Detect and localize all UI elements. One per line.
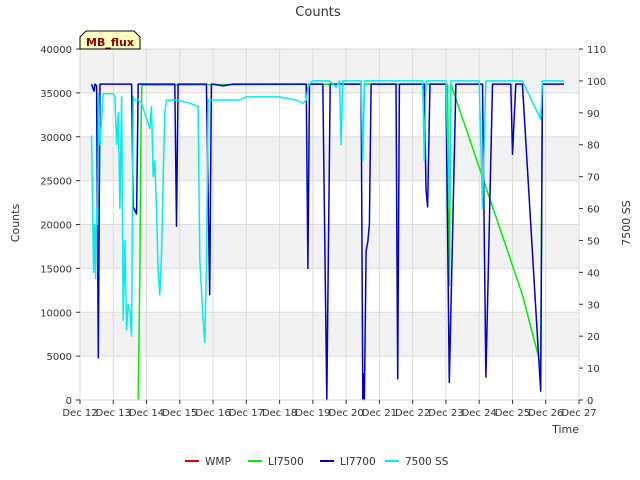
x-tick-label: Dec 16	[195, 408, 230, 419]
x-tick-label: Dec 13	[96, 408, 131, 419]
y-tick-label: 40000	[40, 45, 72, 56]
counts-chart: Dec 12Dec 13Dec 14Dec 15Dec 16Dec 17Dec …	[9, 5, 633, 468]
y-tick-label: 20000	[40, 221, 72, 232]
y-tick-label: 0	[66, 396, 72, 407]
y2-tick-label: 40	[587, 268, 600, 279]
y2-axis-label: 7500 SS	[620, 200, 633, 245]
legend-label-wmp: WMP	[205, 456, 231, 468]
x-tick-label: Dec 21	[362, 408, 397, 419]
y-tick-label: 10000	[40, 308, 72, 319]
y-axis-right: 0 10 20 30 40 50 60 70 80 90 100 110	[579, 45, 606, 407]
x-tick-label: Dec 20	[329, 408, 364, 419]
legend: WMP LI7500 LI7700 7500 SS	[185, 456, 449, 468]
x-tick-label: Dec 17	[229, 408, 264, 419]
y2-tick-label: 10	[587, 364, 600, 375]
x-tick-label: Dec 26	[528, 408, 563, 419]
x-tick-label: Dec 22	[395, 408, 430, 419]
x-tick-label: Dec 15	[162, 408, 197, 419]
y-tick-label: 30000	[40, 133, 72, 144]
x-tick-label: Dec 25	[495, 408, 530, 419]
x-tick-label: Dec 14	[129, 408, 164, 419]
site-badge: MB_flux	[79, 30, 141, 50]
y-tick-label: 5000	[47, 352, 72, 363]
y2-tick-label: 50	[587, 236, 600, 247]
y2-tick-label: 90	[587, 109, 600, 120]
background-band	[80, 312, 579, 357]
y-tick-label: 35000	[40, 89, 72, 100]
chart-title: Counts	[295, 5, 341, 20]
x-tick-label: Dec 27	[561, 408, 596, 419]
y2-tick-label: 60	[587, 205, 600, 216]
legend-label-7500-ss: 7500 SS	[405, 456, 449, 468]
y-axis-label: Counts	[9, 204, 22, 243]
x-axis-label: Time	[551, 423, 579, 436]
y2-tick-label: 70	[587, 173, 600, 184]
badge-label: MB_flux	[86, 36, 134, 49]
legend-label-li7700: LI7700	[340, 456, 376, 468]
y2-tick-label: 80	[587, 141, 600, 152]
y-tick-label: 15000	[40, 264, 72, 275]
y-axis-left: 0 5000 10000 15000 20000 25000 30000 35000 40000	[40, 45, 80, 407]
y2-tick-label: 110	[587, 45, 606, 56]
y2-tick-label: 30	[587, 300, 600, 311]
y2-tick-label: 20	[587, 332, 600, 343]
x-tick-label: Dec 23	[428, 408, 463, 419]
y2-tick-label: 100	[587, 77, 606, 88]
y2-tick-label: 0	[587, 396, 593, 407]
legend-label-li7500: LI7500	[268, 456, 304, 468]
x-axis: Dec 12Dec 13Dec 14Dec 15Dec 16Dec 17Dec …	[62, 400, 597, 419]
background-band	[80, 268, 579, 313]
x-tick-label: Dec 24	[462, 408, 497, 419]
x-tick-label: Dec 12	[62, 408, 97, 419]
background-band	[80, 356, 579, 400]
y-tick-label: 25000	[40, 177, 72, 188]
background-band	[80, 224, 579, 269]
x-tick-label: Dec 19	[295, 408, 330, 419]
x-tick-label: Dec 18	[262, 408, 297, 419]
